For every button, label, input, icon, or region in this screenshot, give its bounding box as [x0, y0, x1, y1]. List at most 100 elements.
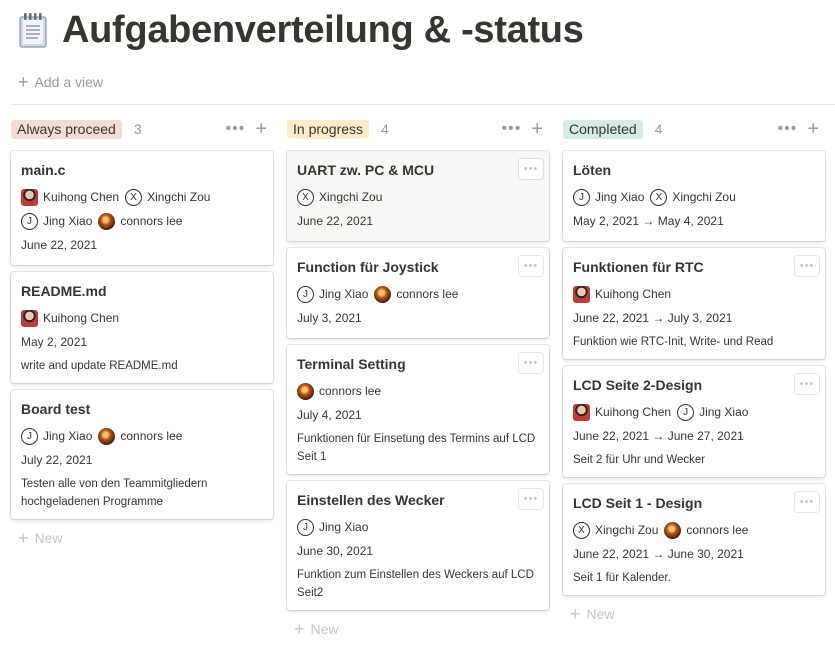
more-options-icon[interactable]: ••• — [502, 121, 522, 137]
assignee: X Xingchi Zou — [573, 518, 658, 542]
assignee: J Jing Xiao — [297, 515, 368, 539]
assignee-list: J Jing Xiao connors lee — [21, 424, 263, 448]
new-card-button[interactable]: + New — [11, 526, 273, 550]
assignee-name: Xingchi Zou — [319, 190, 383, 204]
card-date: July 4, 2021 — [297, 408, 362, 422]
new-card-button[interactable]: + New — [563, 602, 825, 626]
assignee: J Jing Xiao — [21, 424, 92, 448]
assignee-name: Kuihong Chen — [595, 287, 672, 301]
card-title: main.c — [21, 162, 66, 178]
card-description: write and update README.md — [21, 360, 178, 372]
assignee: connors lee — [374, 282, 458, 306]
plus-icon: + — [18, 528, 29, 548]
card-date: May 2, 2021 — [21, 335, 88, 349]
assignee: X Xingchi Zou — [125, 185, 210, 209]
assignee-name: Jing Xiao — [319, 287, 369, 301]
avatar — [573, 403, 590, 421]
card-date: June 22, 2021 → June 27, 2021 — [573, 429, 744, 443]
column-status-tag[interactable]: Always proceed — [11, 119, 122, 139]
add-card-icon[interactable]: + — [255, 119, 267, 139]
column-actions: ••• + — [502, 117, 544, 141]
card-more-icon[interactable]: ••• — [519, 256, 543, 276]
assignee-name: Kuihong Chen — [43, 190, 120, 204]
assignee: connors lee — [664, 518, 748, 542]
task-card[interactable]: ••• Funktionen für RTC Kuihong Chen June 22… — [563, 248, 825, 359]
task-card[interactable]: main.c Kuihong Chen X Xingchi Zou J Jing Xiao… — [11, 151, 273, 265]
page-header: Aufgabenverteilung & -status — [16, 6, 584, 54]
avatar — [573, 285, 590, 303]
card-more-icon[interactable]: ••• — [795, 256, 819, 276]
new-card-button[interactable]: + New — [287, 617, 549, 641]
task-card[interactable]: Board test J Jing Xiao connors lee July 22, … — [11, 390, 273, 519]
task-card[interactable]: README.md Kuihong Chen May 2, 2021 write an… — [11, 272, 273, 383]
task-card[interactable]: ••• Terminal Setting connors lee July 4, 20… — [287, 345, 549, 474]
card-date: June 22, 2021 — [21, 238, 98, 252]
more-options-icon[interactable]: ••• — [226, 121, 246, 137]
assignee: connors lee — [98, 424, 182, 448]
card-date: June 22, 2021 — [297, 214, 374, 228]
task-card[interactable]: ••• Function für Joystick J Jing Xiao connor… — [287, 248, 549, 338]
assignee-name: connors lee — [120, 214, 183, 228]
card-description: Funktion wie RTC-Init, Write- und Read — [573, 336, 774, 348]
column-actions: ••• + — [778, 117, 820, 141]
avatar: X — [573, 521, 590, 539]
new-label: New — [586, 606, 615, 622]
column-status-tag[interactable]: Completed — [563, 119, 643, 139]
card-more-icon[interactable]: ••• — [795, 374, 819, 394]
assignee-list: J Jing Xiao — [297, 515, 539, 539]
assignee-list: connors lee — [297, 379, 539, 403]
assignee: J Jing Xiao — [21, 209, 92, 233]
task-card[interactable]: ••• Einstellen des Wecker J Jing Xiao June 3… — [287, 481, 549, 610]
column-status-tag[interactable]: In progress — [287, 119, 370, 139]
column-header: Always proceed 3 ••• + — [11, 117, 273, 141]
add-card-icon[interactable]: + — [807, 119, 819, 139]
assignee-list: Kuihong Chen — [573, 282, 815, 306]
card-title: Function für Joystick — [297, 259, 439, 275]
card-title: LCD Seit 1 - Design — [573, 495, 703, 511]
card-description: Funktionen für Einsetung des Termins auf… — [297, 433, 536, 463]
task-card[interactable]: ••• UART zw. PC & MCU X Xingchi Zou June 22,… — [287, 151, 549, 241]
column-count: 4 — [654, 121, 663, 137]
board-column: Always proceed 3 ••• + main.c Kuihong Che… — [11, 117, 273, 550]
assignee: X Xingchi Zou — [650, 185, 736, 209]
assignee-list: Kuihong Chen X Xingchi Zou J Jing Xiao connor… — [21, 185, 263, 233]
card-title: Funktionen für RTC — [573, 259, 704, 275]
task-card[interactable]: ••• LCD Seit 1 - Design X Xingchi Zou connor… — [563, 484, 825, 595]
avatar: J — [21, 427, 38, 445]
card-date: June 22, 2021 → July 3, 2021 — [573, 311, 733, 325]
card-more-icon[interactable]: ••• — [519, 353, 543, 373]
assignee-name: Jing Xiao — [43, 429, 93, 443]
card-title: Board test — [21, 401, 91, 417]
avatar: X — [297, 188, 314, 206]
assignee: J Jing Xiao — [297, 282, 368, 306]
assignee-name: Kuihong Chen — [595, 405, 672, 419]
card-title: Löten — [573, 162, 612, 178]
avatar — [664, 521, 682, 539]
add-view-button[interactable]: + Add a view — [18, 72, 103, 92]
assignee-list: Kuihong Chen J Jing Xiao — [573, 400, 815, 424]
avatar: J — [573, 188, 590, 206]
task-card[interactable]: Löten J Jing Xiao X Xingchi Zou May 2, 2021 →… — [563, 151, 825, 241]
card-date: July 3, 2021 — [297, 311, 362, 325]
column-header: In progress 4 ••• + — [287, 117, 549, 141]
assignee: Kuihong Chen — [21, 185, 119, 209]
more-options-icon[interactable]: ••• — [778, 121, 798, 137]
avatar: J — [297, 285, 314, 303]
assignee: connors lee — [98, 209, 182, 233]
page-title[interactable]: Aufgabenverteilung & -status — [62, 9, 584, 52]
add-card-icon[interactable]: + — [531, 119, 543, 139]
assignee-name: connors lee — [319, 384, 382, 398]
divider — [11, 104, 835, 105]
card-more-icon[interactable]: ••• — [795, 492, 819, 512]
card-more-icon[interactable]: ••• — [519, 489, 543, 509]
assignee-list: Kuihong Chen — [21, 306, 263, 330]
notepad-icon[interactable] — [16, 10, 50, 50]
column-count: 4 — [381, 121, 389, 137]
board-column: In progress 4 ••• + ••• UART zw. PC & MCU… — [287, 117, 549, 641]
card-more-icon[interactable]: ••• — [519, 159, 543, 179]
new-label: New — [34, 530, 63, 546]
assignee: Kuihong Chen — [573, 282, 671, 306]
card-list: main.c Kuihong Chen X Xingchi Zou J Jing Xiao… — [11, 151, 273, 519]
card-date: June 30, 2021 — [297, 544, 374, 558]
task-card[interactable]: ••• LCD Seite 2-Design Kuihong Chen J Jing X… — [563, 366, 825, 477]
